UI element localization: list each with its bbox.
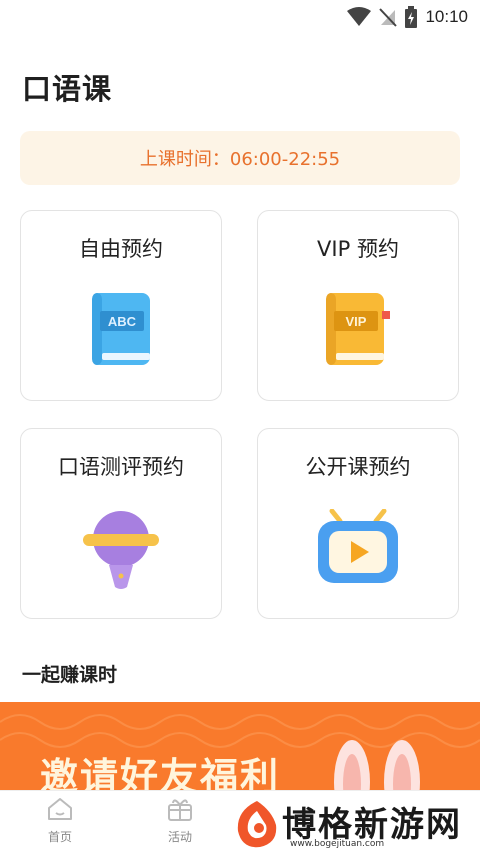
vip-book-icon: VIP <box>320 291 396 371</box>
nav-activity[interactable]: 活动 <box>150 797 210 845</box>
invite-friends-text: 邀请好友福利 <box>40 755 281 794</box>
abc-badge-text: ABC <box>108 314 137 329</box>
vip-booking-card[interactable]: VIP 预约 VIP <box>257 210 459 401</box>
home-icon <box>48 798 72 820</box>
vip-badge-text: VIP <box>346 314 367 329</box>
oral-assessment-card[interactable]: 口语测评预约 <box>20 428 222 619</box>
nav-activity-label: 活动 <box>167 830 192 844</box>
free-booking-label: 自由预约 <box>79 237 163 261</box>
site-watermark: 博格新游网 www.bogejituan.com <box>230 795 480 853</box>
vip-booking-label: VIP 预约 <box>317 237 399 261</box>
nav-home[interactable]: 首页 <box>30 797 90 845</box>
watermark-url: www.bogejituan.com <box>290 839 385 849</box>
status-clock: 10:10 <box>425 7 468 26</box>
page-title: 口语课 <box>22 72 113 106</box>
oral-assessment-label: 口语测评预约 <box>58 455 184 479</box>
gift-icon <box>168 799 192 821</box>
wifi-icon <box>347 7 372 27</box>
status-bar: 10:10 <box>0 0 480 34</box>
nav-home-label: 首页 <box>47 830 72 844</box>
class-time-banner: 上课时间：06:00-22:55 <box>20 131 460 185</box>
battery-icon <box>405 6 418 28</box>
invite-friends-banner[interactable]: 邀请好友福利 <box>0 702 480 794</box>
class-time-text: 上课时间：06:00-22:55 <box>139 149 341 170</box>
public-class-card[interactable]: 公开课预约 <box>257 428 459 619</box>
status-icons: 10:10 <box>347 4 468 30</box>
free-booking-card[interactable]: 自由预约 ABC <box>20 210 222 401</box>
tv-play-icon <box>316 508 400 589</box>
no-signal-icon <box>379 7 398 27</box>
microphone-icon <box>81 509 161 595</box>
section-title-earn-hours: 一起赚课时 <box>22 664 118 686</box>
abc-book-icon: ABC <box>86 291 156 371</box>
watermark-logo-icon <box>237 801 277 848</box>
public-class-label: 公开课预约 <box>305 455 411 479</box>
